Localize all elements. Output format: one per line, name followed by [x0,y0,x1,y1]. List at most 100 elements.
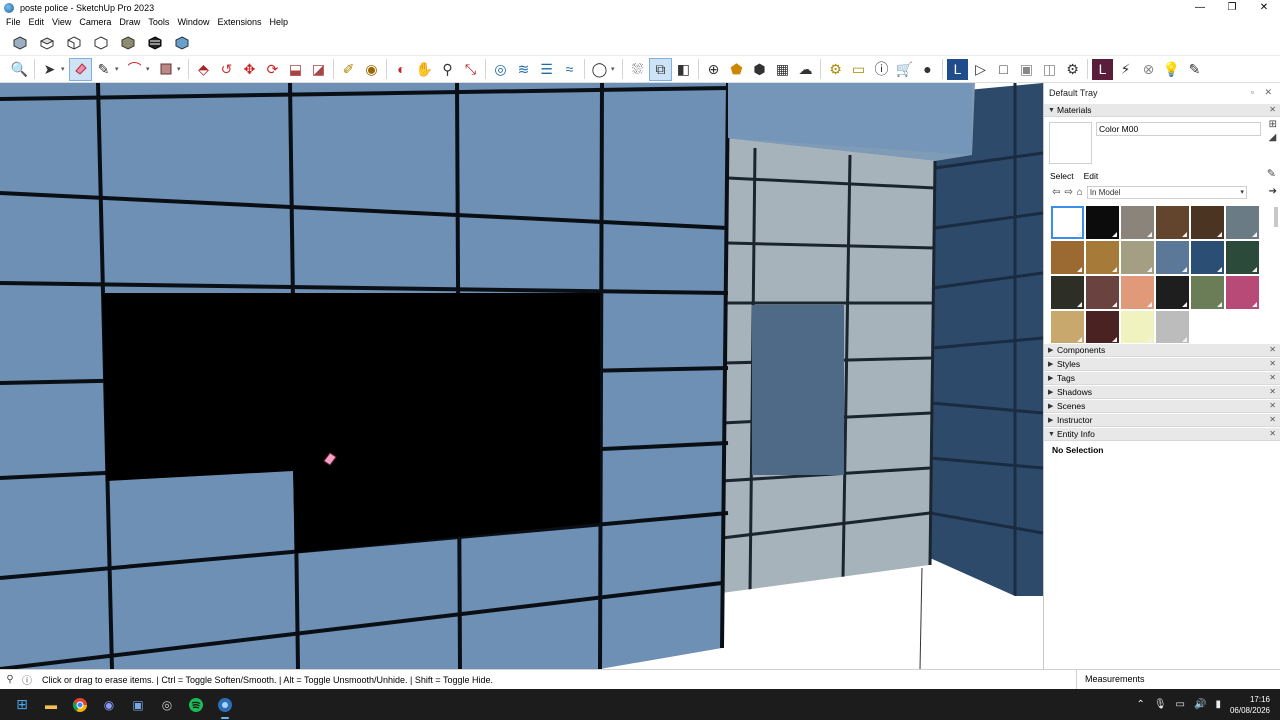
material-swatch[interactable] [1121,276,1154,309]
material-swatch[interactable] [1086,311,1119,344]
swatch-scrollbar[interactable] [1274,207,1278,227]
close-icon[interactable]: ✕ [1269,415,1276,424]
material-swatch[interactable] [1051,241,1084,274]
git-icon[interactable]: ◎ [156,694,178,716]
eyedropper-icon[interactable]: ✎ [1267,167,1276,180]
create-material-icon[interactable]: ⊞ [1269,119,1277,130]
material-swatch[interactable] [1156,311,1189,344]
right-view-icon[interactable] [90,32,111,53]
shape-icon[interactable] [155,59,176,80]
cart-icon[interactable]: 🛒 [894,59,915,80]
back-arrow-icon[interactable]: ⇦ [1052,187,1060,198]
close-icon[interactable]: ✕ [1269,387,1276,396]
cancel-icon[interactable]: ⊗ [1138,59,1159,80]
select-icon[interactable]: ➤ [39,59,60,80]
pencil-edit-icon[interactable]: ✎ [1184,59,1205,80]
chevron-down-icon[interactable]: ▾ [115,65,121,73]
material-swatch[interactable] [1226,241,1259,274]
material-swatch[interactable] [1156,241,1189,274]
app-icon[interactable]: ▣ [127,694,149,716]
clock[interactable]: 17:16 06/08/2026 [1230,694,1270,716]
section-plane-icon[interactable]: ◎ [490,59,511,80]
add-icon[interactable]: ⊕ [703,59,724,80]
offset-icon[interactable]: ◪ [308,59,329,80]
material-swatch[interactable] [1191,241,1224,274]
cloud-icon[interactable]: ☁ [795,59,816,80]
chevron-down-icon[interactable]: ▾ [146,65,152,73]
chevron-down-icon[interactable]: ▾ [61,65,67,73]
minimize-button[interactable]: — [1184,0,1216,15]
chrome-icon[interactable] [69,694,91,716]
pencil-icon[interactable]: ✎ [93,59,114,80]
menu-camera[interactable]: Camera [75,15,115,30]
close-icon[interactable]: ✕ [1269,373,1276,382]
styles-panel-header[interactable]: ▶ Styles ✕ [1044,357,1280,371]
paint-bucket-icon[interactable]: ◉ [361,59,382,80]
close-icon[interactable]: ✕ [1269,105,1276,114]
menu-extensions[interactable]: Extensions [213,15,265,30]
grid-icon[interactable]: ▦ [772,59,793,80]
arc-icon[interactable]: ⌒ [124,59,145,80]
material-swatch[interactable] [1226,206,1259,239]
settings-gear-icon[interactable]: ⚙ [825,59,846,80]
material-swatch[interactable] [1086,241,1119,274]
start-icon[interactable]: ⊞ [11,694,33,716]
account-icon[interactable]: ◯ [589,59,610,80]
close-icon[interactable]: ✕ [1269,345,1276,354]
measurements-box[interactable]: Measurements [1076,670,1280,690]
library-dropdown[interactable]: In Model ▾ [1086,185,1247,199]
section-cuts-icon[interactable]: ≈ [559,59,580,80]
chevron-down-icon[interactable]: ▾ [177,65,183,73]
material-swatch[interactable] [1121,311,1154,344]
section-display-icon[interactable]: ≋ [513,59,534,80]
move-icon[interactable]: ✥ [239,59,260,80]
push-pull-icon[interactable]: ⬘ [193,59,214,80]
microphone-icon[interactable]: 🎙 [1154,699,1167,710]
material-swatch[interactable] [1156,206,1189,239]
restore-button[interactable]: ❐ [1216,0,1248,15]
rotate-icon[interactable]: ⟳ [262,59,283,80]
material-swatch[interactable] [1051,276,1084,309]
tray-pin-icon[interactable]: ▫ ✕ [1251,87,1276,98]
info-icon[interactable]: ⓘ [20,672,34,687]
stop-icon[interactable]: □ [993,59,1014,80]
material-name-field[interactable]: Color M00 [1096,122,1261,136]
zoom-icon[interactable]: ⚲ [437,59,458,80]
folder-icon[interactable]: ▭ [848,59,869,80]
material-swatch[interactable] [1086,276,1119,309]
material-swatch[interactable] [1191,206,1224,239]
spotify-icon[interactable] [185,694,207,716]
layout-icon[interactable]: L [947,58,968,80]
scenes-panel-header[interactable]: ▶ Scenes ✕ [1044,399,1280,413]
geo-location-icon[interactable]: ⚲ [3,674,17,685]
left-view-icon[interactable] [144,32,165,53]
network-icon[interactable]: ▭ [1176,699,1185,710]
close-icon[interactable]: ✕ [1269,359,1276,368]
extension-warehouse-icon[interactable]: ⬢ [749,59,770,80]
iso-view-icon[interactable] [9,32,30,53]
3d-warehouse-icon[interactable]: ⬟ [726,59,747,80]
section-fill-icon[interactable]: ☰ [536,59,557,80]
material-swatch[interactable] [1121,241,1154,274]
extension-logo-icon[interactable]: L [1092,58,1113,80]
chevron-down-icon[interactable]: ▾ [611,65,617,73]
menu-tools[interactable]: Tools [144,15,173,30]
details-arrow-icon[interactable]: ➔ [1269,186,1277,197]
material-swatch[interactable] [1051,206,1084,239]
volume-icon[interactable]: 🔊 [1194,699,1206,710]
menu-window[interactable]: Window [173,15,213,30]
lightning-icon[interactable]: ⚡ [1115,59,1136,80]
scale-icon[interactable]: ⬓ [285,59,306,80]
lightbulb-icon[interactable]: 💡 [1161,59,1182,80]
materials-panel-header[interactable]: ▼ Materials ✕ [1044,103,1280,117]
paint-default-icon[interactable]: ◢ [1269,132,1277,143]
tape-measure-icon[interactable]: ✐ [338,59,359,80]
menu-draw[interactable]: Draw [115,15,144,30]
menu-file[interactable]: File [2,15,25,30]
info-icon[interactable]: ⓘ [871,59,892,80]
chevron-up-icon[interactable]: ⌃ [1136,699,1144,710]
bottom-view-icon[interactable] [171,32,192,53]
zoom-window-icon[interactable]: ⤡ [460,59,481,80]
material-swatch[interactable] [1121,206,1154,239]
camera-icon[interactable]: ▣ [1016,59,1037,80]
